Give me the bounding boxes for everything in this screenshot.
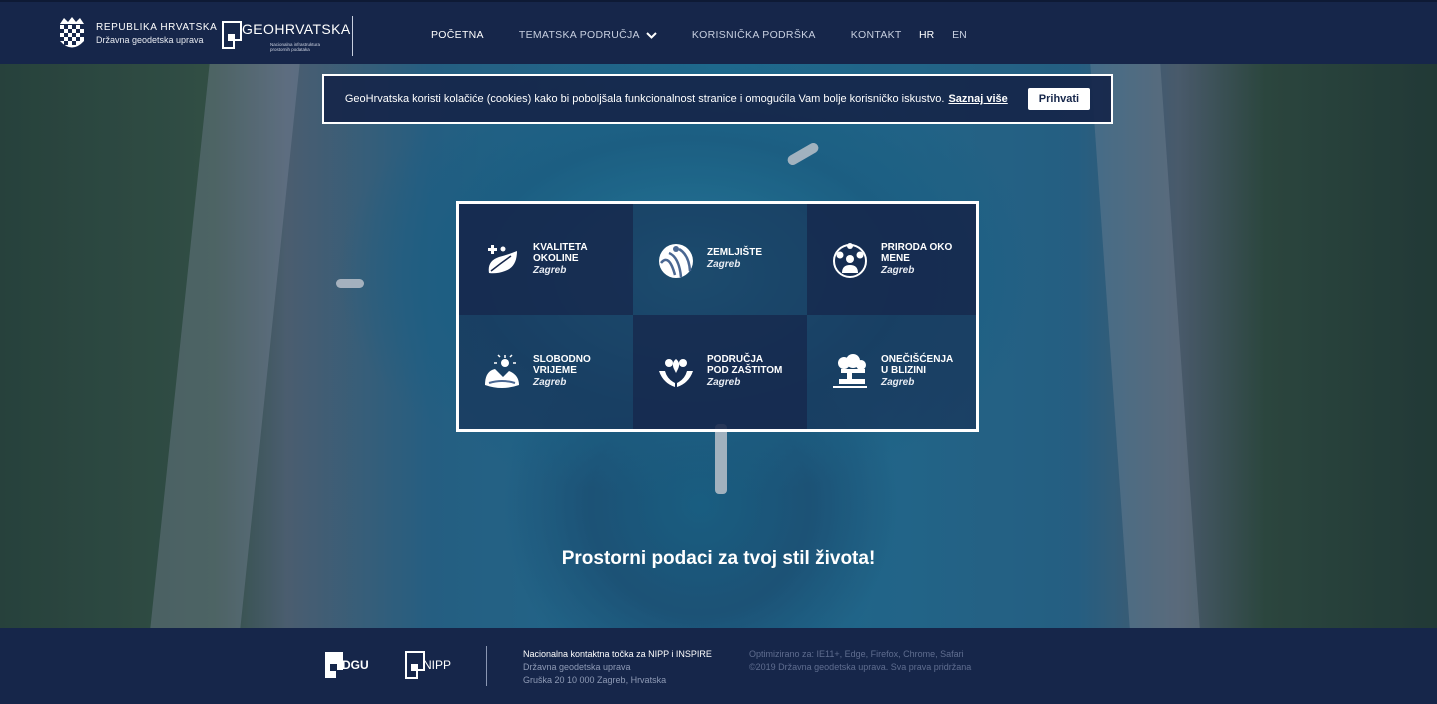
nav-item-pocetna[interactable]: POČETNA <box>431 29 484 41</box>
nav-item-tematska-podrucja[interactable]: TEMATSKA PODRUČJA <box>519 29 657 41</box>
cookie-accept-button[interactable]: Prihvati <box>1027 88 1091 110</box>
tile-location: Zagreb <box>881 377 915 388</box>
tile-title: SLOBODNO VRIJEME <box>533 354 591 376</box>
cookie-text: GeoHrvatska koristi kolačiće (cookies) k… <box>344 93 945 105</box>
site-footer: DGU NIPP Nacionalna kontaktna točka za N… <box>0 628 1437 704</box>
footer-info-line: Državna geodetska uprava <box>523 662 631 672</box>
republic-title: REPUBLIKA HRVATSKA <box>96 22 218 33</box>
geohrvatska-mark-icon <box>222 21 242 49</box>
geohrvatska-subtitle: Nacionalna infrastruktura prostornih pod… <box>270 42 321 52</box>
language-switcher: HR EN <box>919 29 967 41</box>
tile-location: Zagreb <box>533 264 567 276</box>
cookie-banner: GeoHrvatska koristi kolačiće (cookies) k… <box>322 74 1113 124</box>
tile-location: Zagreb <box>533 377 567 388</box>
leisure-icon <box>485 354 519 388</box>
nipp-label: NIPP <box>423 658 452 672</box>
hero-slogan: Prostorni podaci za tvoj stil života! <box>561 548 876 569</box>
tile-kvaliteta-okoline[interactable]: KVALITETA OKOLINE Zagreb <box>459 204 633 315</box>
footer-browser-support: Optimizirano za: IE11+, Edge, Firefox, C… <box>749 649 964 659</box>
tile-title: KVALITETA OKOLINE <box>533 241 588 264</box>
tile-location: Zagreb <box>707 377 741 388</box>
dgu-label: DGU <box>342 658 369 672</box>
lang-en[interactable]: EN <box>952 29 967 41</box>
nav-label: KORISNIČKA PODRŠKA <box>691 29 816 41</box>
geohrvatska-logo[interactable]: GEOHRVATSKA Nacionalna infrastruktura pr… <box>222 18 350 54</box>
dgu-mark-icon <box>325 652 343 678</box>
nav-label: TEMATSKA PODRUČJA <box>518 29 640 41</box>
footer-legal: Optimizirano za: IE11+, Edge, Firefox, C… <box>749 648 971 674</box>
nav-label: POČETNA <box>431 29 484 41</box>
footer-copyright: ©2019 Državna geodetska uprava. Sva prav… <box>749 662 972 672</box>
header-divider <box>352 16 353 56</box>
republic-subtitle: Državna geodetska uprava <box>96 35 204 45</box>
nipp-mark-icon <box>405 651 425 679</box>
tile-title: PRIRODA OKO MENE <box>881 241 953 264</box>
pollution-icon <box>833 354 867 388</box>
chevron-down-icon <box>646 31 657 39</box>
land-icon <box>659 243 693 278</box>
hero-section: GeoHrvatska koristi kolačiće (cookies) k… <box>0 64 1437 628</box>
theme-grid: KVALITETA OKOLINE Zagreb ZEMLJIŠTE Zagre… <box>456 201 979 432</box>
tile-slobodno-vrijeme[interactable]: SLOBODNO VRIJEME Zagreb <box>459 315 633 429</box>
tile-title: ZEMLJIŠTE <box>707 247 763 258</box>
nav-item-korisnicka-podrska[interactable]: KORISNIČKA PODRŠKA <box>692 29 816 41</box>
tile-podrucja-pod-zastitom[interactable]: PODRUČJA POD ZAŠTITOM Zagreb <box>633 315 807 429</box>
croatian-crest-icon <box>60 17 84 48</box>
nav-label: KONTAKT <box>850 29 902 41</box>
nipp-logo[interactable]: NIPP <box>405 650 451 680</box>
footer-divider <box>486 646 487 686</box>
tile-title: ONEČIŠĆENJA U BLIZINI <box>881 354 953 376</box>
footer-info-line: Gruška 20 10 000 Zagreb, Hrvatska <box>523 675 667 685</box>
lang-hr[interactable]: HR <box>919 29 934 41</box>
protected-areas-icon <box>659 359 693 387</box>
footer-contact-info: Nacionalna kontaktna točka za NIPP i INS… <box>523 648 712 687</box>
tile-priroda-oko-mene[interactable]: PRIRODA OKO MENE Zagreb <box>807 204 976 315</box>
nature-icon <box>833 242 867 278</box>
cookie-learn-more-link[interactable]: Saznaj više <box>948 93 1007 105</box>
tile-title: PODRUČJA POD ZAŠTITOM <box>707 354 783 376</box>
republic-logo[interactable]: REPUBLIKA HRVATSKA Državna geodetska upr… <box>58 16 217 52</box>
quality-icon <box>488 244 517 273</box>
tile-zemljiste[interactable]: ZEMLJIŠTE Zagreb <box>633 204 807 315</box>
tile-oneciscenja-u-blizini[interactable]: ONEČIŠĆENJA U BLIZINI Zagreb <box>807 315 976 429</box>
dgu-logo[interactable]: DGU <box>324 650 369 680</box>
main-nav: POČETNA TEMATSKA PODRUČJA KORISNIČKA POD… <box>431 29 937 41</box>
geohrvatska-name: GEOHRVATSKA <box>242 21 351 37</box>
tile-location: Zagreb <box>881 264 915 276</box>
footer-info-title: Nacionalna kontaktna točka za NIPP i INS… <box>523 649 712 659</box>
site-header: REPUBLIKA HRVATSKA Državna geodetska upr… <box>0 0 1437 64</box>
tile-location: Zagreb <box>707 259 741 270</box>
nav-item-kontakt[interactable]: KONTAKT <box>851 29 902 41</box>
